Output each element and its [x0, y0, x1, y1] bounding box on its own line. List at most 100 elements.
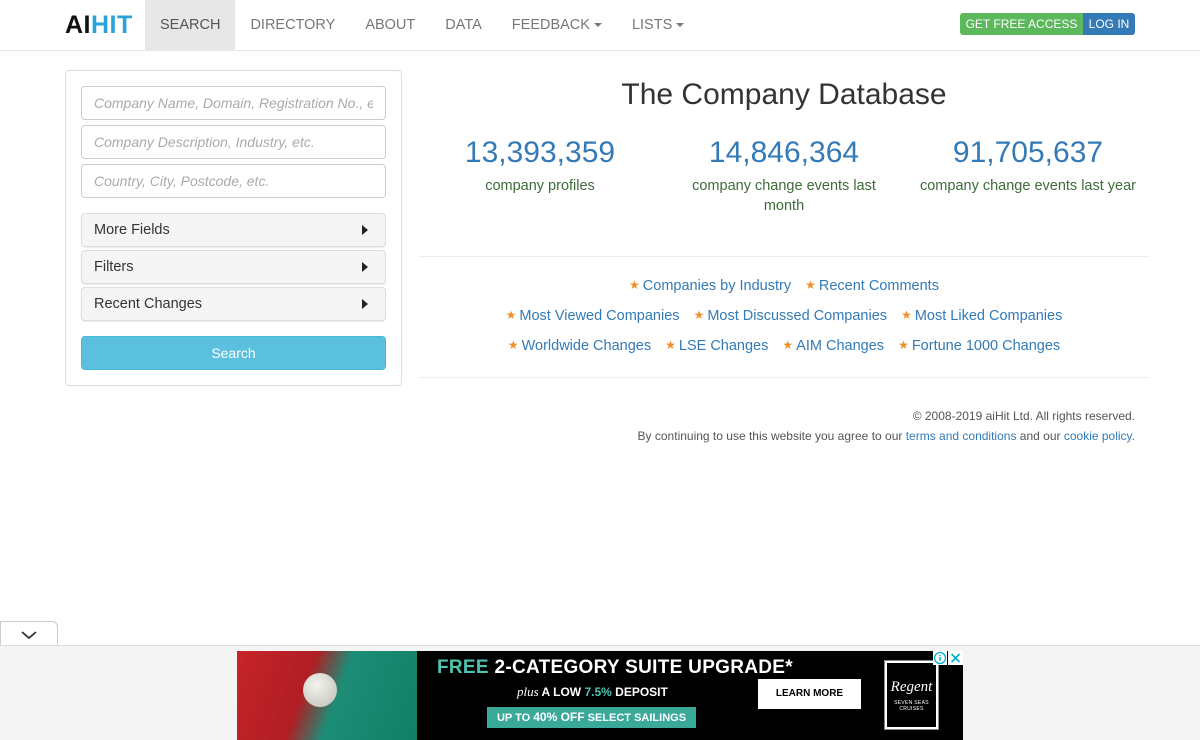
ad-headline-free: FREE [437, 657, 489, 678]
stat-company-profiles: 13,393,359 company profiles [418, 134, 662, 196]
copyright: © 2008-2019 aiHit Ltd. All rights reserv… [912, 409, 1135, 423]
login-button[interactable]: LOG IN [1083, 13, 1135, 35]
caret-down-icon [676, 23, 685, 28]
nav-directory[interactable]: DIRECTORY [235, 0, 350, 50]
ad-strip-pct: 40% OFF [533, 710, 585, 724]
link-label: Most Viewed Companies [519, 308, 680, 324]
stat-label: company change events last year [919, 178, 1136, 194]
info-icon[interactable] [933, 651, 947, 665]
ad-sub-deposit: DEPOSIT [611, 685, 668, 699]
company-name-input[interactable] [81, 86, 386, 120]
star-icon: ★ [901, 308, 912, 322]
nav-feedback-label: FEEDBACK [511, 17, 590, 33]
nav-lists-label: LISTS [631, 17, 673, 33]
ad-subline: plus A LOW 7.5% DEPOSIT [517, 684, 668, 700]
recent-changes-toggle[interactable]: Recent Changes [81, 287, 386, 321]
stat-events-last-year: 91,705,637 company change events last ye… [906, 134, 1150, 196]
terms-suffix: . [1131, 429, 1135, 443]
nav-about-label: ABOUT [365, 17, 416, 33]
filters-label: Filters [94, 259, 134, 275]
star-icon: ★ [507, 338, 519, 352]
ad-strip-rest: SELECT SAILINGS [584, 712, 687, 724]
link-recent-comments[interactable]: ★ Recent Comments [805, 278, 939, 294]
ad-photo-object [303, 673, 337, 707]
nav-search[interactable]: SEARCH [145, 0, 236, 50]
quick-links-row: ★ Most Viewed Companies ★ Most Discussed C… [418, 308, 1150, 324]
ad-headline: FREE 2-CATEGORY SUITE UPGRADE* [437, 657, 793, 679]
more-fields-toggle[interactable]: More Fields [81, 213, 386, 247]
star-icon: ★ [782, 338, 794, 352]
terms-link[interactable]: terms and conditions [906, 429, 1017, 443]
filters-toggle[interactable]: Filters [81, 250, 386, 284]
ad-brand-name: Regent [890, 679, 933, 695]
search-button[interactable]: Search [81, 336, 386, 370]
collapse-ad-tab[interactable] [0, 621, 58, 646]
caret-right-icon [362, 225, 368, 235]
star-icon: ★ [629, 278, 640, 292]
link-most-liked-companies[interactable]: ★ Most Liked Companies [901, 308, 1062, 324]
star-icon: ★ [693, 308, 705, 322]
ad-banner[interactable]: FREE 2-CATEGORY SUITE UPGRADE* plus A LO… [237, 651, 963, 740]
main-nav: SEARCH DIRECTORY ABOUT DATA FEEDBACK LIS… [145, 0, 699, 50]
link-label: Worldwide Changes [521, 338, 652, 354]
nav-data-label: DATA [445, 17, 482, 33]
link-label: Recent Comments [818, 278, 939, 294]
ad-learn-more-button[interactable]: LEARN MORE [758, 679, 861, 709]
link-most-discussed-companies[interactable]: ★ Most Discussed Companies [694, 308, 887, 324]
link-lse-changes[interactable]: ★ LSE Changes [665, 338, 768, 354]
stat-value: 14,846,364 [708, 136, 860, 169]
link-label: Companies by Industry [642, 278, 792, 294]
close-icon[interactable] [948, 651, 963, 665]
link-label: Fortune 1000 Changes [911, 338, 1061, 354]
cookie-policy-link[interactable]: cookie policy [1064, 429, 1132, 443]
stat-label: company profiles [485, 178, 595, 194]
stat-value: 91,705,637 [952, 136, 1104, 169]
ad-sub-pct: 7.5% [584, 685, 612, 699]
ad-brand-inner: Regent SEVEN SEAS CRUISES [887, 663, 936, 727]
link-fortune-1000-changes[interactable]: ★ Fortune 1000 Changes [898, 338, 1060, 354]
link-aim-changes[interactable]: ★ AIM Changes [782, 338, 884, 354]
navbar: AIHIT SEARCH DIRECTORY ABOUT DATA FEEDBA… [0, 0, 1200, 51]
caret-right-icon [362, 299, 368, 309]
logo-hit: HIT [91, 11, 133, 39]
nav-about[interactable]: ABOUT [350, 0, 430, 50]
ad-headline-rest: 2-CATEGORY SUITE UPGRADE* [488, 657, 793, 678]
divider [418, 377, 1150, 378]
star-icon: ★ [898, 338, 909, 352]
logo-ai: AI [65, 11, 91, 39]
star-icon: ★ [805, 278, 816, 292]
link-label: Most Liked Companies [914, 308, 1063, 324]
star-icon: ★ [665, 338, 676, 352]
link-worldwide-changes[interactable]: ★ Worldwide Changes [508, 338, 651, 354]
link-companies-by-industry[interactable]: ★ Companies by Industry [629, 278, 791, 294]
get-free-access-button[interactable]: GET FREE ACCESS [960, 13, 1083, 35]
chevron-down-icon [21, 631, 37, 640]
stat-events-last-month: 14,846,364 company change events last mo… [662, 134, 906, 216]
terms-middle: and our [1019, 429, 1061, 443]
caret-right-icon [362, 262, 368, 272]
link-most-viewed-companies[interactable]: ★ Most Viewed Companies [506, 308, 680, 324]
search-panel: More Fields Filters Recent Changes Searc… [65, 70, 402, 386]
stat-value: 13,393,359 [464, 136, 616, 169]
terms-notice: By continuing to use this website you ag… [638, 429, 1135, 443]
ad-photo [237, 651, 417, 740]
logo[interactable]: AIHIT [65, 11, 133, 40]
quick-links-row: ★ Worldwide Changes ★ LSE Changes ★ AIM Cha… [418, 338, 1150, 354]
terms-prefix: By continuing to use this website you ag… [637, 429, 903, 443]
more-fields-label: More Fields [94, 222, 170, 238]
company-description-input[interactable] [81, 125, 386, 159]
location-input[interactable] [81, 164, 386, 198]
nav-directory-label: DIRECTORY [250, 17, 336, 33]
recent-changes-label: Recent Changes [94, 296, 203, 312]
star-icon: ★ [505, 308, 517, 322]
nav-feedback-dropdown[interactable]: FEEDBACK [497, 0, 617, 50]
link-label: AIM Changes [796, 338, 885, 354]
nav-search-label: SEARCH [160, 17, 221, 33]
page-title: The Company Database [621, 78, 947, 111]
nav-data[interactable]: DATA [430, 0, 497, 50]
nav-lists-dropdown[interactable]: LISTS [617, 0, 699, 50]
caret-down-icon [593, 23, 602, 28]
ad-offer-strip: UP TO 40% OFF SELECT SAILINGS [487, 707, 696, 728]
ad-sub-plus: plus [517, 684, 539, 699]
ad-strip-upto: UP TO [496, 712, 534, 724]
